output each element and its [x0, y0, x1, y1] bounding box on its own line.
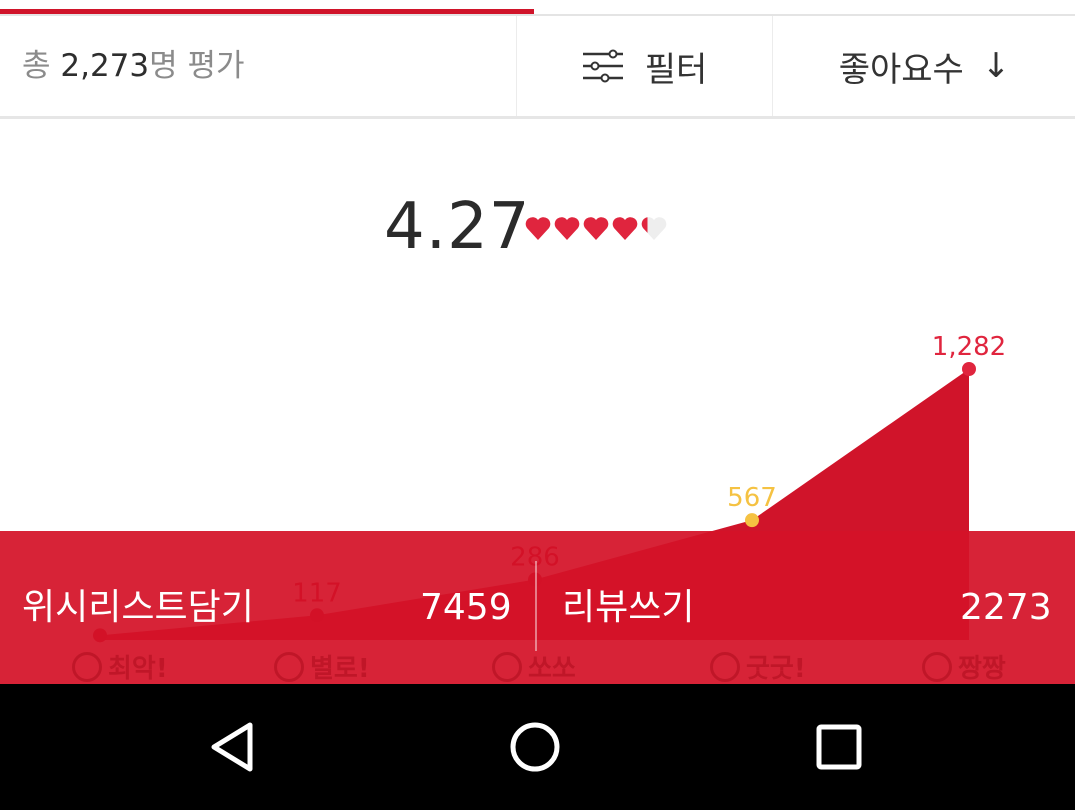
heart-icon [641, 217, 667, 240]
total-prefix: 총 [22, 48, 61, 84]
total-suffix: 명 평가 [149, 48, 245, 84]
wishlist-label: 위시리스트담기 [22, 587, 254, 628]
chart-value-label: 1,282 [932, 332, 1006, 362]
wishlist-button[interactable]: 위시리스트담기 [22, 531, 254, 684]
home-circle-icon [510, 722, 560, 772]
total-rating-count: 총 2,273명 평가 [22, 16, 245, 116]
rating-hearts [525, 217, 667, 240]
chart-point [745, 513, 759, 528]
review-label: 리뷰쓰기 [562, 587, 695, 628]
write-review-button[interactable]: 리뷰쓰기 [562, 531, 694, 684]
progress-fill [0, 9, 535, 14]
action-bar: 위시리스트담기 7459 리뷰쓰기 2273 [0, 531, 1075, 684]
total-count: 2,273 [60, 48, 150, 84]
back-triangle-icon [211, 722, 253, 772]
heart-icon [525, 217, 551, 240]
filter-label: 필터 [644, 49, 708, 90]
nav-recents-button[interactable] [779, 684, 899, 810]
review-count: 2273 [960, 587, 1052, 628]
heart-icon [583, 217, 609, 240]
chart-value-label: 567 [727, 483, 777, 513]
filter-button[interactable]: 필터 [516, 16, 773, 116]
recents-square-icon [816, 724, 862, 770]
sort-button[interactable]: 좋아요수 ↓ [772, 16, 1075, 116]
wishlist-count: 7459 [420, 587, 512, 628]
sort-label: 좋아요수 [838, 49, 964, 90]
nav-home-button[interactable] [475, 684, 595, 810]
heart-icon [612, 217, 638, 240]
action-divider [535, 561, 537, 651]
nav-back-button[interactable] [172, 684, 292, 810]
sort-arrow-icon: ↓ [981, 46, 1011, 86]
chart-point [962, 362, 976, 376]
heart-icon [554, 217, 580, 240]
filter-sliders-icon [582, 49, 623, 83]
android-navigation-bar [0, 684, 1075, 810]
progress-indicator [0, 0, 1075, 16]
average-rating: 4.27 [384, 190, 531, 264]
header-bar: 총 2,273명 평가 필터 좋아요수 ↓ [0, 16, 1075, 119]
